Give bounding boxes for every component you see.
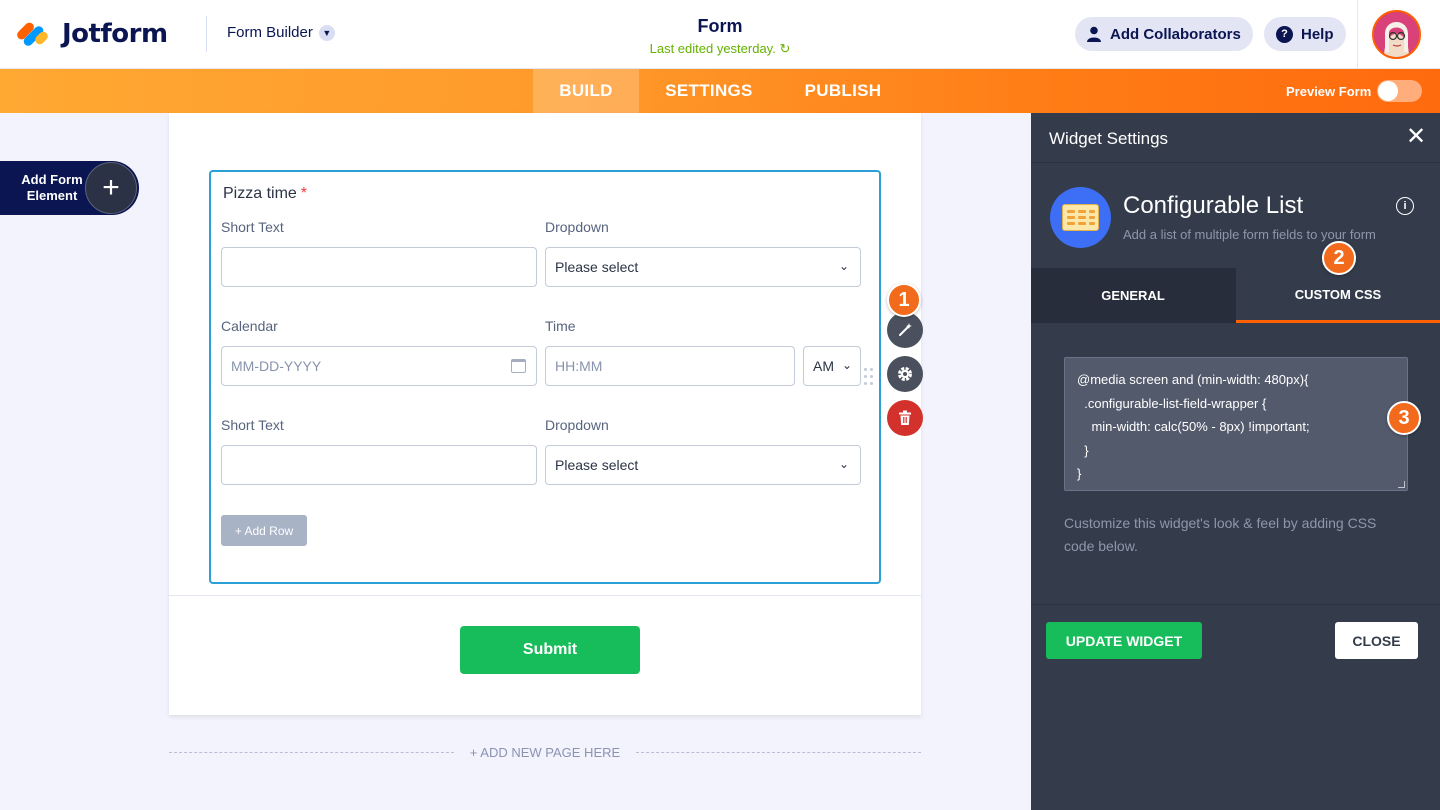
widget-title-text: Pizza time (223, 185, 297, 202)
short-text-input[interactable] (221, 445, 537, 485)
short-text-input[interactable] (221, 247, 537, 287)
step-badge: 1 (887, 283, 921, 317)
field-label: Dropdown (545, 219, 609, 235)
add-collaborators-button[interactable]: Add Collaborators (1075, 17, 1253, 51)
builder-switch[interactable]: Form Builder ▼ (227, 24, 335, 41)
refresh-icon: ↻ (779, 41, 791, 56)
dropdown-value: Please select (555, 259, 639, 275)
plus-icon: + (85, 162, 137, 214)
widget-name: Configurable List (1123, 192, 1304, 219)
header-divider-right (1357, 0, 1358, 69)
required-mark: * (300, 185, 308, 202)
drag-handle-icon[interactable] (864, 368, 874, 388)
date-input[interactable]: MM-DD-YYYY (221, 346, 537, 386)
dashed-divider (636, 752, 921, 753)
close-button[interactable]: CLOSE (1335, 622, 1418, 659)
question-icon: ? (1276, 25, 1293, 43)
step-badge: 3 (1387, 401, 1421, 435)
widget-description: Add a list of multiple form fields to yo… (1123, 227, 1376, 242)
tab-publish[interactable]: PUBLISH (790, 69, 896, 113)
tab-build[interactable]: BUILD (533, 69, 639, 113)
date-placeholder: MM-DD-YYYY (231, 358, 322, 374)
field-label: Short Text (221, 417, 284, 433)
gear-icon (898, 367, 912, 381)
add-new-page[interactable]: + ADD NEW PAGE HERE (169, 745, 921, 761)
magic-wand-icon (899, 323, 912, 336)
user-avatar-illustration (1374, 12, 1419, 57)
add-collaborators-label: Add Collaborators (1110, 25, 1241, 43)
custom-css-textarea[interactable]: @media screen and (min-width: 480px){ .c… (1064, 357, 1408, 491)
panel-tabs: GENERAL CUSTOM CSS (1031, 268, 1440, 323)
info-icon[interactable]: i (1396, 197, 1414, 215)
chevron-down-icon: ⌄ (838, 457, 849, 471)
builder-switch-label: Form Builder (227, 24, 313, 41)
close-icon[interactable]: ✕ (1406, 125, 1426, 149)
tab-general[interactable]: GENERAL (1031, 268, 1235, 323)
chevron-down-icon: ▼ (318, 24, 335, 41)
avatar[interactable] (1372, 10, 1421, 59)
ampm-value: AM (813, 358, 834, 374)
dropdown-select[interactable]: Please select ⌄ (545, 247, 861, 287)
field-label: Short Text (221, 219, 284, 235)
tab-custom-css[interactable]: CUSTOM CSS (1236, 268, 1440, 323)
jotform-logo[interactable]: Jotform (15, 18, 168, 50)
css-code: @media screen and (min-width: 480px){ .c… (1077, 372, 1310, 481)
last-edited: Last edited yesterday. ↻ (600, 41, 840, 57)
time-input[interactable]: HH:MM (545, 346, 795, 386)
trash-icon (899, 410, 911, 425)
jotform-logo-icon (15, 19, 50, 49)
tab-settings[interactable]: SETTINGS (650, 69, 768, 113)
preview-form-toggle[interactable] (1377, 80, 1422, 102)
preview-form-label: Preview Form (1286, 84, 1372, 99)
add-form-element-button[interactable]: Add Form Element + (0, 161, 139, 215)
calendar-icon[interactable] (511, 359, 526, 373)
configurable-list-icon (1050, 187, 1111, 248)
properties-button[interactable] (887, 356, 923, 392)
chevron-down-icon: ⌄ (841, 358, 852, 372)
step-badge: 2 (1322, 241, 1356, 275)
css-hint: Customize this widget's look & feel by a… (1064, 515, 1377, 554)
form-card-divider (169, 595, 921, 596)
wizard-wand-button[interactable] (887, 312, 923, 348)
dashed-divider (169, 752, 454, 753)
top-header: Jotform Form Builder ▼ Form Last edited … (0, 0, 1440, 69)
last-edited-text: Last edited yesterday. (649, 41, 776, 56)
field-label: Time (545, 318, 576, 334)
help-button[interactable]: ? Help (1264, 17, 1346, 51)
brand-name: Jotform (62, 19, 168, 49)
field-label: Dropdown (545, 417, 609, 433)
toggle-knob (1378, 81, 1398, 101)
dropdown-value: Please select (555, 457, 639, 473)
delete-button[interactable] (887, 400, 923, 436)
chevron-down-icon: ⌄ (838, 259, 849, 273)
panel-divider (1031, 604, 1440, 605)
header-divider (206, 16, 207, 52)
update-widget-button[interactable]: UPDATE WIDGET (1046, 622, 1202, 659)
help-label: Help (1301, 25, 1334, 43)
form-title[interactable]: Form (620, 16, 820, 37)
submit-button[interactable]: Submit (460, 626, 640, 674)
add-form-element-label: Add Form Element (21, 172, 83, 203)
add-row-button[interactable]: + Add Row (221, 515, 307, 546)
resize-handle-icon[interactable] (1398, 481, 1405, 488)
dropdown-select[interactable]: Please select ⌄ (545, 445, 861, 485)
panel-title: Widget Settings (1049, 129, 1169, 148)
panel-header: Widget Settings ✕ (1031, 113, 1440, 163)
add-new-page-label: + ADD NEW PAGE HERE (469, 745, 621, 760)
user-icon (1087, 26, 1101, 42)
ampm-select[interactable]: AM ⌄ (803, 346, 861, 386)
time-placeholder: HH:MM (555, 358, 603, 374)
field-label: Calendar (221, 318, 278, 334)
widget-question-label: Pizza time * (223, 185, 307, 203)
